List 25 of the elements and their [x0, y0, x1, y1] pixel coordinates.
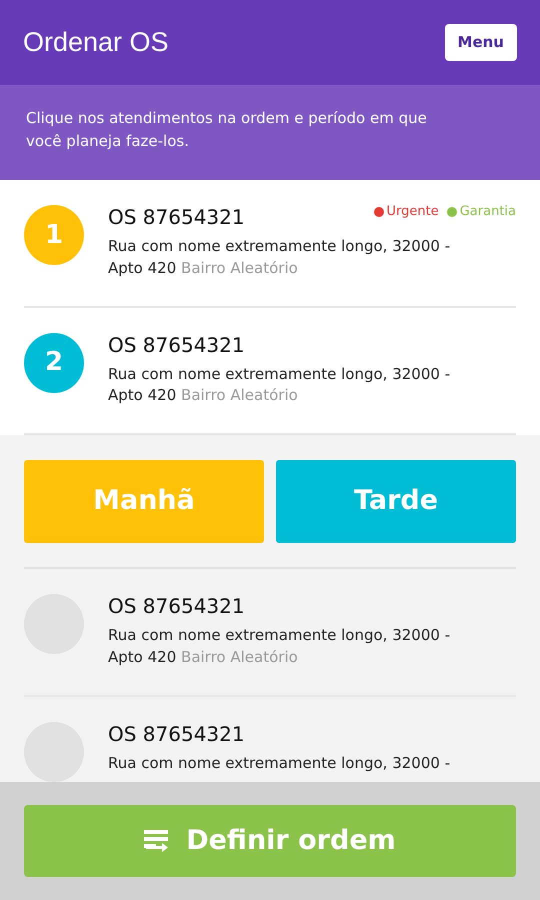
address-text: Rua com nome extremamente longo, 32000 -	[108, 754, 450, 772]
address-text: Rua com nome extremamente longo, 32000 -	[108, 364, 450, 382]
address-text: Rua com nome extremamente longo, 32000 -	[108, 237, 450, 255]
screen-title: Ordenar OS	[23, 26, 169, 60]
order-number: 1	[24, 205, 84, 265]
order-row[interactable]: 1 OS 87654321 Urgente Garantia Rua com nome extremamente longo, 32000 - Apto 420 Bairro Aleatório	[24, 180, 516, 308]
tag-label: Urgente	[374, 202, 439, 222]
order-row[interactable]: 2 OS 87654321 Rua com nome extremamente longo, 32000 - Apto 420 Bairro Aleatório	[24, 308, 516, 435]
neighborhood-text: Bairro Aleatório	[181, 258, 298, 277]
neighborhood-text: Bairro Aleatório	[181, 386, 298, 404]
order-number: 2	[24, 332, 84, 392]
order-title: OS 87654321	[108, 204, 245, 231]
neighborhood-text: Bairro Aleatório	[181, 648, 298, 666]
address-text: Apto 420	[108, 648, 176, 666]
sort-icon	[144, 830, 170, 852]
tag-label: Garantia	[446, 202, 516, 222]
order-title: OS 87654321	[108, 332, 245, 358]
order-row[interactable]: OS 87654321 Rua com nome extremamente longo, 32000 - Apto 420 Bairro Aleatório	[24, 569, 516, 696]
order-title: OS 87654321	[108, 593, 245, 620]
address-text: Apto 420	[108, 258, 176, 277]
address-text: Apto 420	[108, 386, 176, 404]
menu-button[interactable]: Menu	[444, 24, 517, 61]
instruction-text: Clique nos atendimentos na ordem e período em que você planeja faze-los.	[26, 108, 428, 152]
address-text: Rua com nome extremamente longo, 32000 -	[108, 626, 450, 644]
order-title: OS 87654321	[108, 720, 245, 748]
